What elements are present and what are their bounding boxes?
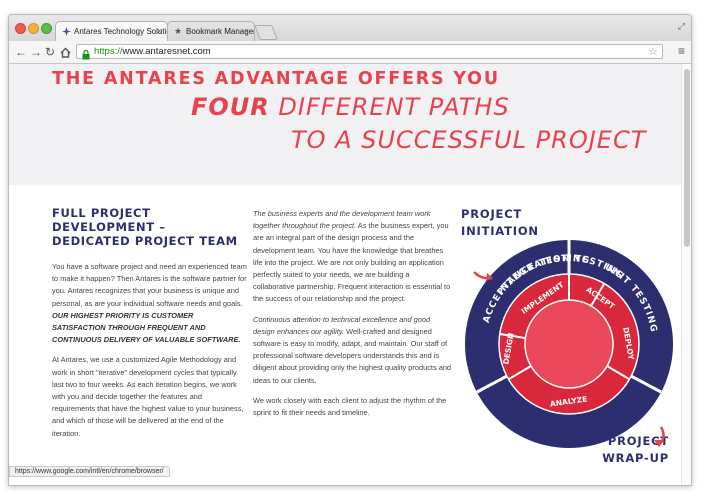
back-arrow-icon[interactable]: ←: [15, 44, 27, 60]
star-icon: ★: [174, 26, 183, 36]
new-tab-button[interactable]: [254, 25, 278, 40]
paragraph: Continuous attention to technical excell…: [253, 314, 452, 385]
url-text: https://www.antaresnet.com: [94, 46, 211, 57]
end-arrowhead-icon: [654, 440, 664, 447]
vertical-scrollbar[interactable]: [681, 64, 691, 485]
reload-icon[interactable]: ↻: [45, 44, 55, 60]
paragraph: At Antares, we use a customized Agile Me…: [52, 355, 244, 438]
title-bar: Antares Technology Solutio × ★ Bookmark …: [9, 15, 691, 41]
lock-icon: [82, 47, 90, 60]
middle-column: The business experts and the development…: [253, 208, 453, 427]
hero-banner: THE ANTARES ADVANTAGE OFFERS YOU FOUR DI…: [9, 64, 681, 185]
tab-close-icon[interactable]: ×: [244, 26, 249, 36]
fullscreen-icon[interactable]: ⤢: [678, 21, 685, 32]
minimize-window-button[interactable]: [28, 23, 39, 34]
paragraph: The business experts and the development…: [253, 209, 451, 304]
hero-line-3: TO A SUCCESSFUL PROJECT: [291, 126, 647, 154]
bookmark-star-icon[interactable]: ☆: [648, 45, 658, 58]
forward-arrow-icon[interactable]: →: [30, 44, 42, 60]
home-icon[interactable]: [60, 44, 71, 62]
agile-cycle-diagram: ACCEPTANCE TESTING UNIT TESTING INTEGRAT…: [465, 240, 673, 448]
hero-line-1: THE ANTARES ADVANTAGE OFFERS YOU: [52, 69, 500, 89]
antares-favicon-icon: [62, 27, 71, 36]
tab-antares[interactable]: Antares Technology Solutio ×: [55, 21, 168, 41]
toolbar: ← → ↻ https://www.antaresnet.com ☆ ≡: [9, 41, 691, 64]
section-title: FULL PROJECT DEVELOPMENT – DEDICATED PRO…: [52, 206, 238, 248]
page-content: THE ANTARES ADVANTAGE OFFERS YOU FOUR DI…: [9, 64, 691, 485]
menu-icon[interactable]: ≡: [678, 44, 685, 58]
tab-label: Antares Technology Solutio: [74, 27, 168, 36]
address-bar[interactable]: https://www.antaresnet.com ☆: [76, 44, 663, 60]
hero-line-2: FOUR DIFFERENT PATHS: [191, 93, 510, 121]
scrollbar-thumb[interactable]: [684, 69, 690, 247]
paragraph: You have a software project and need an …: [52, 262, 247, 345]
left-column: FULL PROJECT DEVELOPMENT – DEDICATED PRO…: [52, 206, 247, 448]
browser-window: Antares Technology Solutio × ★ Bookmark …: [8, 14, 692, 486]
tab-bookmark-manager[interactable]: ★ Bookmark Manager ×: [167, 21, 255, 41]
paragraph: We work closely with each client to adju…: [253, 395, 447, 418]
maximize-window-button[interactable]: [41, 23, 52, 34]
close-window-button[interactable]: [15, 23, 26, 34]
status-bar-url: https://www.google.com/intl/en/chrome/br…: [9, 466, 170, 477]
tab-close-icon[interactable]: ×: [157, 26, 162, 36]
